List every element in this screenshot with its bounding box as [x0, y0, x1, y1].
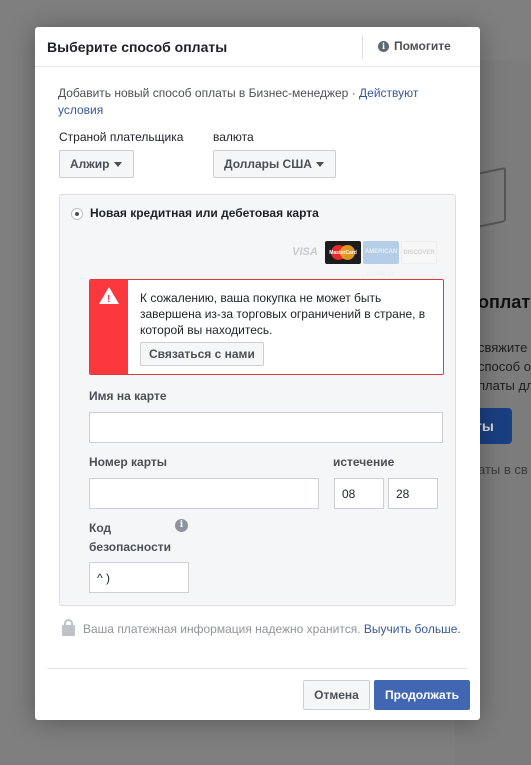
country-dropdown[interactable]: Алжир	[59, 150, 134, 178]
security-code-label: Код безопасности	[89, 521, 172, 554]
alert-side: !	[90, 280, 128, 374]
background-footer-text: аты в св	[478, 462, 528, 477]
background-line: способ оп	[478, 359, 531, 374]
background-title: оплаты	[478, 292, 531, 312]
header-divider	[362, 35, 363, 59]
card-option-label[interactable]: Новая кредитная или дебетовая карта	[90, 206, 319, 220]
intro-text: Добавить новый способ оплаты в Бизнес-ме…	[58, 86, 419, 117]
secure-notice: Ваша платежная информация надежно хранит…	[62, 619, 462, 639]
contact-us-button[interactable]: Связаться с нами	[140, 342, 264, 366]
dialog-title: Выберите способ оплаты	[47, 39, 228, 55]
continue-button[interactable]: Продолжать	[374, 680, 470, 710]
name-on-card-label: Имя на карте	[89, 389, 167, 403]
country-label: Страной плательщика	[59, 130, 184, 144]
alert-message: К сожалению, ваша покупка не может быть …	[140, 291, 426, 337]
visa-icon: VISA	[287, 241, 323, 264]
dialog-header: Выберите способ оплаты i Помогите	[35, 27, 480, 67]
learn-more-link[interactable]: Выучить больше.	[364, 622, 461, 636]
background-line: платы дл	[478, 378, 531, 393]
cancel-button[interactable]: Отмена	[303, 680, 370, 710]
security-code-input[interactable]	[89, 562, 189, 593]
amex-icon: AMERICAN EXPRESS	[363, 241, 399, 278]
background-line: свяжите	[478, 340, 528, 355]
info-icon: i	[378, 40, 389, 52]
currency-label: валюта	[213, 130, 254, 144]
card-form-panel: Новая кредитная или дебетовая карта VISA…	[59, 194, 456, 606]
card-option-radio[interactable]	[71, 208, 83, 220]
expiry-label: истечение	[333, 455, 395, 469]
currency-dropdown[interactable]: Доллары США	[213, 150, 336, 178]
country-value: Алжир	[70, 157, 110, 171]
name-on-card-input[interactable]	[89, 412, 443, 443]
expiry-year-input[interactable]	[388, 478, 438, 509]
error-alert: ! К сожалению, ваша покупка не может быт…	[89, 279, 444, 375]
info-icon[interactable]: i	[175, 519, 188, 532]
chevron-down-icon	[315, 161, 324, 167]
currency-value: Доллары США	[224, 157, 312, 171]
mastercard-icon: MasterCard	[325, 241, 361, 264]
help-label: Помогите	[394, 39, 451, 53]
chevron-down-icon	[113, 161, 122, 167]
lock-icon	[62, 619, 75, 636]
card-number-label: Номер карты	[89, 455, 168, 469]
payment-method-dialog: Выберите способ оплаты i Помогите Добави…	[35, 27, 480, 720]
card-number-input[interactable]	[89, 478, 319, 509]
card-brands: VISA MasterCard AMERICAN EXPRESS DISCOVE…	[287, 241, 437, 278]
help-button[interactable]: i Помогите	[378, 39, 451, 53]
expiry-month-input[interactable]	[334, 478, 384, 509]
footer-divider	[47, 668, 468, 669]
discover-icon: DISCOVER	[401, 241, 437, 264]
